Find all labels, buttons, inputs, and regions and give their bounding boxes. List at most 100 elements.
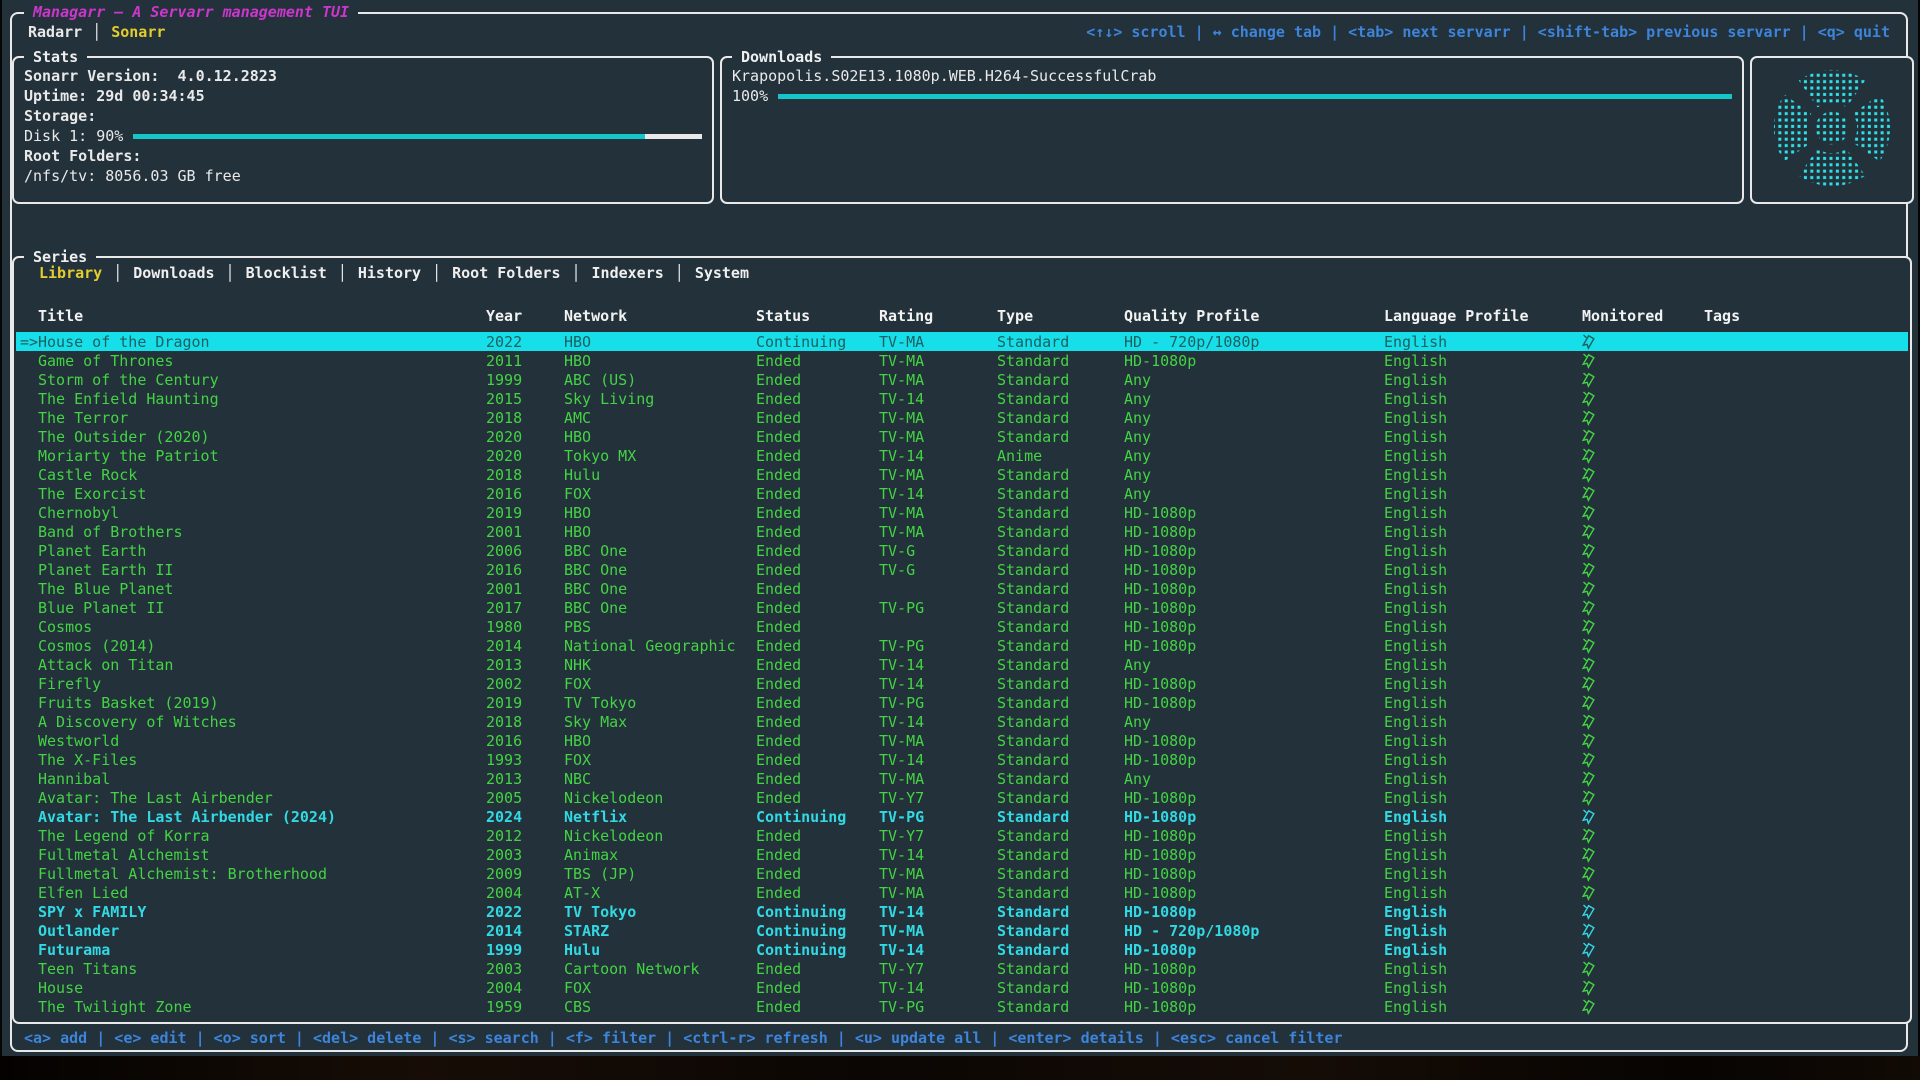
cell-quality: HD-1080p [1124,998,1384,1016]
table-row[interactable]: Futurama1999HuluContinuingTV-14StandardH… [16,940,1908,959]
monitored-bookmark-icon [1582,866,1704,882]
table-row[interactable]: The Terror2018AMCEndedTV-MAStandardAnyEn… [16,408,1908,427]
cell-language: English [1384,903,1582,921]
table-row[interactable]: Storm of the Century1999ABC (US)EndedTV-… [16,370,1908,389]
cell-quality: HD-1080p [1124,732,1384,750]
table-row[interactable]: Band of Brothers2001HBOEndedTV-MAStandar… [16,522,1908,541]
header-year: Year [486,307,564,325]
cell-status: Ended [756,732,879,750]
bottom-keybind-help: <a> add | <e> edit | <o> sort | <del> de… [24,1029,1343,1047]
monitored-bookmark-icon [1582,429,1704,445]
table-row[interactable]: Game of Thrones2011HBOEndedTV-MAStandard… [16,351,1908,370]
cell-rating: TV-PG [879,637,997,655]
cell-title: Firefly [16,675,486,693]
table-row[interactable]: Blue Planet II2017BBC OneEndedTV-PGStand… [16,598,1908,617]
cell-language: English [1384,694,1582,712]
cell-title: Avatar: The Last Airbender [16,789,486,807]
cell-quality: HD-1080p [1124,827,1384,845]
series-tab-root-folders[interactable]: Root Folders [441,264,571,282]
table-row[interactable]: Cosmos1980PBSEndedStandardHD-1080pEnglis… [16,617,1908,636]
series-tab-library[interactable]: Library [28,264,113,282]
cell-type: Standard [997,713,1124,731]
series-tab-indexers[interactable]: Indexers [581,264,675,282]
cell-rating: TV-14 [879,979,997,997]
cell-title: A Discovery of Witches [16,713,486,731]
stats-panel-title: Stats [24,47,87,67]
servarr-tab-sonarr[interactable]: Sonarr [105,23,171,41]
cell-year: 2019 [486,694,564,712]
table-row[interactable]: A Discovery of Witches2018Sky MaxEndedTV… [16,712,1908,731]
table-row[interactable]: Castle Rock2018HuluEndedTV-MAStandardAny… [16,465,1908,484]
table-row[interactable]: Hannibal2013NBCEndedTV-MAStandardAnyEngl… [16,769,1908,788]
table-row[interactable]: The Enfield Haunting2015Sky LivingEndedT… [16,389,1908,408]
table-row[interactable]: Avatar: The Last Airbender2005Nickelodeo… [16,788,1908,807]
cell-type: Standard [997,637,1124,655]
monitored-bookmark-icon [1582,942,1704,958]
cell-type: Standard [997,504,1124,522]
cell-quality: Any [1124,770,1384,788]
table-row[interactable]: Teen Titans2003Cartoon NetworkEndedTV-Y7… [16,959,1908,978]
cell-network: Netflix [564,808,756,826]
cell-status: Ended [756,960,879,978]
cell-language: English [1384,466,1582,484]
cell-year: 2012 [486,827,564,845]
table-row[interactable]: House of the Dragon=>2022HBOContinuingTV… [16,332,1908,351]
table-row[interactable]: Fullmetal Alchemist2003AnimaxEndedTV-14S… [16,845,1908,864]
series-tab-downloads[interactable]: Downloads [122,264,225,282]
monitored-bookmark-icon [1582,980,1704,996]
cell-status: Continuing [756,903,879,921]
cell-rating: TV-MA [879,523,997,541]
cell-year: 2020 [486,447,564,465]
table-row[interactable]: Planet Earth2006BBC OneEndedTV-GStandard… [16,541,1908,560]
series-tab-history[interactable]: History [347,264,432,282]
table-row[interactable]: The Blue Planet2001BBC OneEndedStandardH… [16,579,1908,598]
table-row[interactable]: Westworld2016HBOEndedTV-MAStandardHD-108… [16,731,1908,750]
table-row[interactable]: The Legend of Korra2012NickelodeonEndedT… [16,826,1908,845]
table-row[interactable]: Elfen Lied2004AT-XEndedTV-MAStandardHD-1… [16,883,1908,902]
table-row[interactable]: Attack on Titan2013NHKEndedTV-14Standard… [16,655,1908,674]
cell-title: The X-Files [16,751,486,769]
cell-quality: HD-1080p [1124,789,1384,807]
table-row[interactable]: Fruits Basket (2019)2019TV TokyoEndedTV-… [16,693,1908,712]
series-tab-blocklist[interactable]: Blocklist [235,264,338,282]
cell-network: HBO [564,523,756,541]
table-row[interactable]: Firefly2002FOXEndedTV-14StandardHD-1080p… [16,674,1908,693]
cell-network: CBS [564,998,756,1016]
cell-quality: HD-1080p [1124,960,1384,978]
cell-rating: TV-14 [879,713,997,731]
cell-type: Standard [997,542,1124,560]
cell-type: Standard [997,352,1124,370]
cell-language: English [1384,998,1582,1016]
cell-language: English [1384,751,1582,769]
table-row[interactable]: Avatar: The Last Airbender (2024)2024Net… [16,807,1908,826]
cell-network: Hulu [564,941,756,959]
monitored-bookmark-icon [1582,619,1704,635]
monitored-bookmark-icon [1582,467,1704,483]
cell-quality: HD-1080p [1124,865,1384,883]
table-row[interactable]: House2004FOXEndedTV-14StandardHD-1080pEn… [16,978,1908,997]
cell-year: 2004 [486,884,564,902]
table-row[interactable]: Cosmos (2014)2014National GeographicEnde… [16,636,1908,655]
table-row[interactable]: SPY x FAMILY2022TV TokyoContinuingTV-14S… [16,902,1908,921]
cell-language: English [1384,846,1582,864]
cell-quality: HD-1080p [1124,675,1384,693]
table-row[interactable]: Fullmetal Alchemist: Brotherhood2009TBS … [16,864,1908,883]
table-row[interactable]: Chernobyl2019HBOEndedTV-MAStandardHD-108… [16,503,1908,522]
table-row[interactable]: The X-Files1993FOXEndedTV-14StandardHD-1… [16,750,1908,769]
table-row[interactable]: Planet Earth II2016BBC OneEndedTV-GStand… [16,560,1908,579]
cell-language: English [1384,770,1582,788]
cell-language: English [1384,827,1582,845]
table-row[interactable]: The Twilight Zone1959CBSEndedTV-PGStanda… [16,997,1908,1016]
table-row[interactable]: The Exorcist2016FOXEndedTV-14StandardAny… [16,484,1908,503]
monitored-bookmark-icon [1582,714,1704,730]
cell-status: Ended [756,428,879,446]
table-row[interactable]: Moriarty the Patriot2020Tokyo MXEndedTV-… [16,446,1908,465]
cell-year: 2002 [486,675,564,693]
table-row[interactable]: Outlander2014STARZContinuingTV-MAStandar… [16,921,1908,940]
servarr-tab-radarr[interactable]: Radarr [22,23,88,41]
table-row[interactable]: The Outsider (2020)2020HBOEndedTV-MAStan… [16,427,1908,446]
series-tab-system[interactable]: System [684,264,760,282]
desktop-wallpaper-strip [0,1056,1920,1080]
cell-status: Ended [756,371,879,389]
cell-network: Sky Max [564,713,756,731]
